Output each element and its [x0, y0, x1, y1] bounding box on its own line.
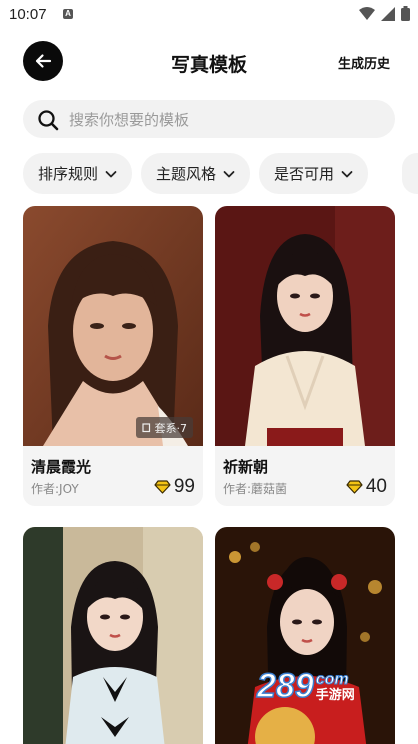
template-photo [23, 527, 203, 744]
status-icons [359, 6, 410, 21]
template-name: 祈新朝 [223, 458, 269, 476]
template-price-value: 40 [365, 476, 387, 497]
template-price: 99 [154, 476, 195, 498]
filter-more[interactable] [402, 153, 418, 194]
template-price-value: 99 [173, 476, 195, 497]
filter-sort-label: 排序规则 [38, 165, 99, 183]
history-link[interactable]: 生成历史 [338, 53, 390, 72]
search-icon [38, 110, 59, 131]
template-info: 祈新朝 作者:蘑菇菌 40 [215, 446, 395, 506]
chevron-down-icon [341, 170, 353, 177]
template-info: 清晨霞光 作者:JOY 99 [23, 446, 203, 506]
template-price: 40 [346, 476, 387, 498]
copy-icon [141, 422, 150, 432]
status-time: 10:07 [9, 6, 47, 23]
series-tag-label: 套系·7 [154, 421, 188, 435]
filter-bar: 排序规则 主题风格 是否可用 [23, 153, 369, 194]
watermark-sub: 手游网 [315, 688, 355, 703]
template-author: 作者:JOY [31, 482, 79, 496]
filter-availability-label: 是否可用 [274, 165, 335, 183]
chevron-down-icon [105, 170, 117, 177]
signal-icon [381, 6, 395, 21]
template-author: 作者:蘑菇菌 [223, 482, 288, 496]
template-card[interactable]: 套系·7 清晨霞光 作者:JOY 99 [23, 206, 203, 506]
series-tag: 套系·7 [135, 417, 193, 438]
template-card[interactable]: 289 com 手游网 [215, 527, 395, 744]
diamond-icon [154, 480, 171, 494]
template-photo: 289 com 手游网 [215, 527, 395, 744]
filter-theme-label: 主题风格 [156, 165, 217, 183]
filter-availability[interactable]: 是否可用 [259, 153, 369, 194]
filter-sort[interactable]: 排序规则 [23, 153, 133, 194]
watermark-number: 289 [256, 666, 314, 706]
diamond-icon [346, 480, 363, 494]
template-photo: 套系·7 [23, 206, 203, 446]
battery-icon [401, 6, 410, 21]
template-card[interactable] [23, 527, 203, 744]
template-photo [215, 206, 395, 446]
header: 写真模板 生成历史 [0, 38, 418, 82]
template-card[interactable]: 祈新朝 作者:蘑菇菌 40 [215, 206, 395, 506]
watermark-domain: com [315, 671, 349, 688]
notification-icon: A [63, 9, 73, 19]
wifi-icon [359, 6, 375, 20]
filter-theme[interactable]: 主题风格 [141, 153, 251, 194]
chevron-down-icon [223, 170, 235, 177]
search-input[interactable] [67, 100, 371, 140]
template-name: 清晨霞光 [31, 458, 92, 476]
search-bar[interactable] [23, 100, 395, 140]
watermark: 289 com 手游网 [256, 666, 355, 706]
status-bar: 10:07 A [0, 0, 418, 28]
